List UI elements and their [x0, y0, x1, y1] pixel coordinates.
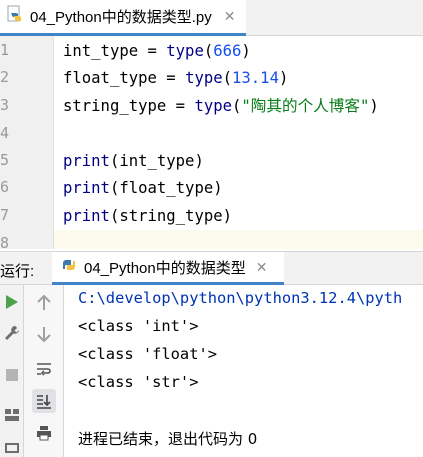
pin-icon: [5, 443, 19, 453]
scroll-to-end-button[interactable]: [32, 389, 56, 413]
line-number: 1: [0, 41, 10, 59]
run-label: 运行:: [0, 263, 35, 280]
arrow-up-icon: [37, 295, 51, 310]
print-button[interactable]: [34, 423, 54, 443]
layout-icon: [5, 409, 19, 421]
edit-config-button[interactable]: [2, 323, 22, 343]
run-tool-window-header: 运行: 04_Python中的数据类型 ✕: [0, 251, 423, 285]
line-number: 5: [0, 151, 10, 169]
line-number: 2: [0, 68, 10, 86]
wrench-icon: [5, 326, 19, 340]
pin-button[interactable]: [2, 440, 22, 456]
play-icon: [6, 295, 18, 309]
editor-tab-bar: 04_Python中的数据类型.py ✕: [0, 0, 423, 36]
layout-button[interactable]: [2, 405, 22, 425]
code-editor[interactable]: 1 2 3 4 5 6 7 8 int_type = type(666) flo…: [0, 36, 423, 249]
editor-tab-title: 04_Python中的数据类型.py: [30, 9, 212, 26]
line-number: 6: [0, 178, 10, 196]
rerun-button[interactable]: [2, 292, 22, 312]
printer-icon: [37, 426, 51, 441]
code-line-5: print(int_type): [63, 152, 204, 170]
arrow-down-icon: [37, 327, 51, 342]
console-command-line: C:\develop\python\python3.12.4\pyth: [78, 289, 403, 307]
code-line-7: print(string_type): [63, 207, 233, 225]
line-number: 8: [0, 234, 10, 249]
current-line-highlight: [54, 230, 423, 249]
python-icon: [60, 256, 78, 279]
console-output-line: <class 'int'>: [78, 317, 199, 335]
run-toolbar-secondary: [24, 285, 64, 457]
code-line-1: int_type = type(666): [63, 42, 251, 60]
line-number: 7: [0, 206, 10, 224]
line-number: 4: [0, 124, 10, 142]
line-number: 3: [0, 96, 10, 114]
scroll-down-button[interactable]: [34, 324, 54, 344]
run-toolbar-primary: [0, 285, 24, 457]
scroll-to-end-icon: [37, 395, 51, 409]
run-console[interactable]: C:\develop\python\python3.12.4\pyth <cla…: [64, 285, 423, 457]
soft-wrap-icon: [37, 363, 51, 376]
console-output-line: <class 'float'>: [78, 345, 217, 363]
run-tab-title: 04_Python中的数据类型: [84, 259, 246, 277]
process-exit-message: 进程已结束，退出代码为 0: [78, 430, 258, 448]
scroll-up-button[interactable]: [34, 293, 54, 313]
close-run-tab-icon[interactable]: ✕: [256, 259, 268, 276]
python-file-icon: [6, 5, 24, 28]
code-line-3: string_type = type("陶其的个人博客"): [63, 97, 379, 115]
stop-button[interactable]: [2, 365, 22, 385]
stop-icon: [6, 369, 18, 381]
editor-tab[interactable]: 04_Python中的数据类型.py ✕: [0, 0, 246, 36]
code-line-6: print(float_type): [63, 179, 223, 197]
console-output-line: <class 'str'>: [78, 373, 199, 391]
close-tab-icon[interactable]: ✕: [224, 8, 236, 25]
soft-wrap-button[interactable]: [34, 359, 54, 379]
line-number-gutter: 1 2 3 4 5 6 7 8: [0, 36, 54, 249]
code-line-2: float_type = type(13.14): [63, 69, 289, 87]
run-config-tab[interactable]: 04_Python中的数据类型 ✕: [52, 252, 284, 285]
